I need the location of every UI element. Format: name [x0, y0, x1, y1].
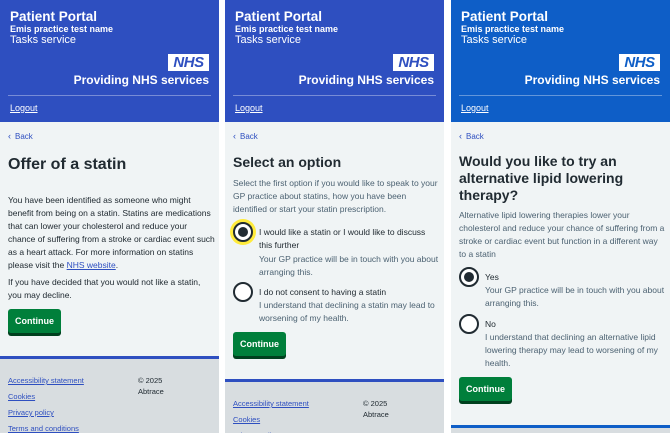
footer-link-terms[interactable]: Terms and conditions	[8, 424, 79, 433]
service-name: Tasks service	[461, 34, 528, 46]
continue-button[interactable]: Continue	[8, 309, 61, 333]
back-link[interactable]: ‹ Back	[459, 131, 484, 141]
brand-title: Patient Portal	[235, 9, 323, 24]
site-footer	[451, 425, 670, 433]
chevron-left-icon: ‹	[459, 131, 462, 141]
copyright: © 2025 Abtrace	[138, 375, 208, 397]
radio-hint-no: I understand that declining an alternati…	[485, 332, 658, 368]
back-link[interactable]: ‹ Back	[8, 131, 33, 141]
site-header: Patient Portal Emis practice test name T…	[0, 0, 219, 122]
providing-nhs-services: Providing NHS services	[524, 73, 660, 87]
header-divider	[233, 95, 436, 96]
question-hint: Select the first option if you would lik…	[233, 178, 438, 214]
nhs-logo: NHS	[168, 54, 209, 71]
footer-link-accessibility[interactable]: Accessibility statement	[8, 376, 84, 385]
nhs-logo: NHS	[619, 54, 660, 71]
logout-link[interactable]: Logout	[235, 103, 263, 113]
radio-hint-decline-statin: I understand that declining a statin may…	[259, 300, 435, 323]
continue-button[interactable]: Continue	[233, 332, 286, 356]
radio-hint-discuss-statin: Your GP practice will be in touch with y…	[259, 254, 439, 277]
radio-selected-dot	[464, 272, 474, 282]
radio-discuss-statin[interactable]	[233, 222, 253, 242]
page-title: Would you like to try an alternative lip…	[459, 153, 624, 203]
back-label: Back	[240, 132, 258, 141]
radio-selected-dot	[238, 227, 248, 237]
radio-label-yes[interactable]: Yes	[485, 271, 665, 284]
brand-title: Patient Portal	[10, 9, 98, 24]
site-header: Patient Portal Emis practice test name T…	[225, 0, 444, 122]
site-footer: Accessibility statement Cookies Privacy …	[0, 356, 219, 433]
logout-link[interactable]: Logout	[461, 103, 489, 113]
service-name: Tasks service	[235, 34, 302, 46]
providing-nhs-services: Providing NHS services	[298, 73, 434, 87]
intro-paragraph: You have been identified as someone who …	[8, 194, 216, 272]
continue-button[interactable]: Continue	[459, 377, 512, 401]
radio-label-no[interactable]: No	[485, 318, 665, 331]
header-divider	[8, 95, 211, 96]
copyright-year: © 2025	[138, 376, 163, 385]
back-label: Back	[15, 132, 33, 141]
panel-select-option: Patient Portal Emis practice test name T…	[225, 0, 444, 433]
radio-no[interactable]	[459, 314, 479, 334]
site-footer: Accessibility statement Cookies Privacy …	[225, 379, 444, 433]
back-label: Back	[466, 132, 484, 141]
logout-link[interactable]: Logout	[10, 103, 38, 113]
footer-link-privacy[interactable]: Privacy policy	[8, 408, 54, 417]
radio-hint-yes: Your GP practice will be in touch with y…	[485, 285, 665, 308]
question-hint: Alternative lipid lowering therapies low…	[459, 210, 665, 259]
copyright: © 2025 Abtrace	[363, 398, 433, 420]
panel-alternative-therapy: Patient Portal Emis practice test name T…	[451, 0, 670, 433]
site-header: Patient Portal Emis practice test name T…	[451, 0, 670, 122]
radio-label-discuss-statin[interactable]: I would like a statin or I would like to…	[259, 226, 439, 252]
footer-link-cookies[interactable]: Cookies	[233, 415, 260, 424]
brand-title: Patient Portal	[461, 9, 549, 24]
intro-text: You have been identified as someone who …	[8, 195, 215, 270]
service-name: Tasks service	[10, 34, 77, 46]
copyright-owner: Abtrace	[363, 410, 389, 419]
chevron-left-icon: ‹	[233, 131, 236, 141]
page-title: Select an option	[233, 154, 342, 170]
footer-link-accessibility[interactable]: Accessibility statement	[233, 399, 309, 408]
intro-text-end: .	[115, 260, 119, 270]
panel-offer-of-statin: Patient Portal Emis practice test name T…	[0, 0, 219, 433]
providing-nhs-services: Providing NHS services	[73, 73, 209, 87]
copyright-year: © 2025	[363, 399, 388, 408]
nhs-logo: NHS	[393, 54, 434, 71]
page-title: Offer of a statin	[8, 156, 127, 173]
radio-decline-statin[interactable]	[233, 282, 253, 302]
chevron-left-icon: ‹	[8, 131, 11, 141]
copyright-owner: Abtrace	[138, 387, 164, 396]
header-divider	[459, 95, 662, 96]
back-link[interactable]: ‹ Back	[233, 131, 258, 141]
nhs-website-link[interactable]: NHS website	[67, 260, 116, 270]
decline-paragraph: If you have decided that you would not l…	[8, 277, 201, 300]
radio-label-decline-statin[interactable]: I do not consent to having a statin	[259, 286, 439, 299]
radio-yes[interactable]	[459, 267, 479, 287]
footer-link-cookies[interactable]: Cookies	[8, 392, 35, 401]
